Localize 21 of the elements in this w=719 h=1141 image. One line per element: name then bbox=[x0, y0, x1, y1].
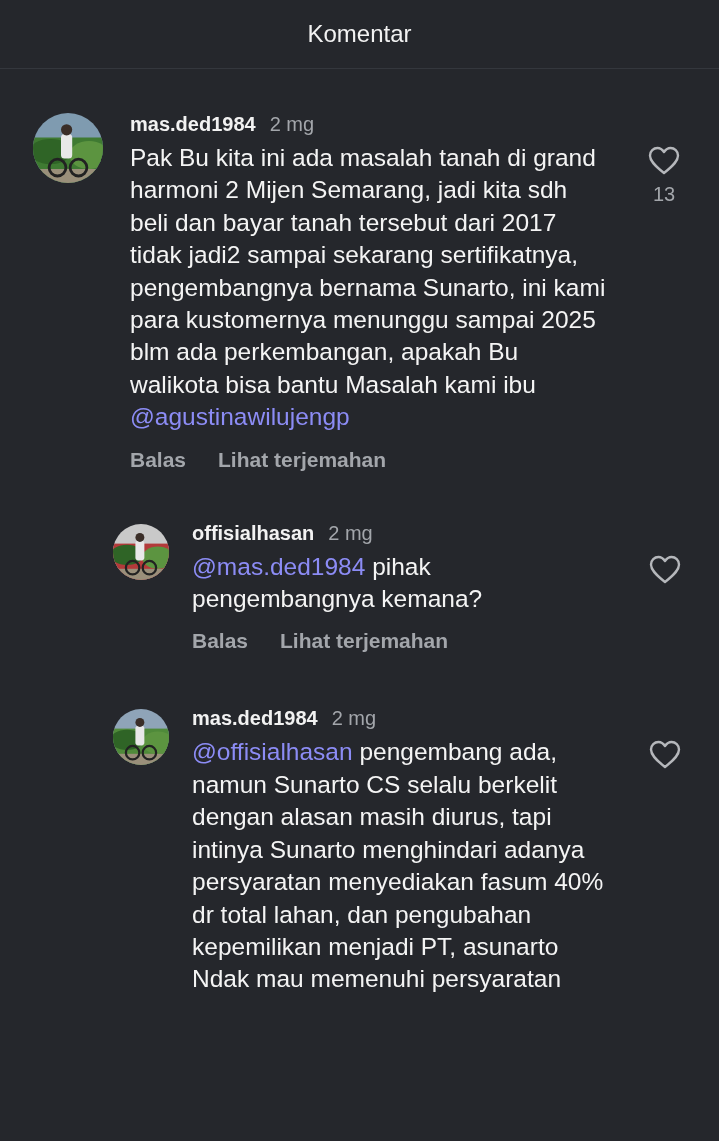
heart-icon[interactable] bbox=[648, 740, 681, 770]
comment-text: @mas.ded1984 pihak pengembangnya kemana? bbox=[192, 551, 484, 615]
username[interactable]: mas.ded1984 bbox=[130, 113, 256, 136]
username[interactable]: mas.ded1984 bbox=[192, 707, 318, 731]
like-count: 13 bbox=[652, 183, 676, 206]
reply-button[interactable]: Balas bbox=[130, 447, 187, 472]
reply-button[interactable]: Balas bbox=[192, 629, 249, 654]
timestamp: 2 mg bbox=[328, 521, 373, 545]
translate-button[interactable]: Lihat terjemahan bbox=[218, 447, 387, 472]
comment-text: @offisialhasan pengembang ada, namun Sunarto CS selalu berkelit dengan alasan masih diurus, tapi intinya Sunarto menghindari adanya persyaratan menyediakan fasum 40% dr total lahan, dan pengubahan kepemilikan menjadi PT, asunarto Ndak mau memenuhi persyaratan bbox=[192, 737, 605, 995]
timestamp: 2 mg bbox=[269, 113, 315, 136]
comment-text: Pak Bu kita ini ada masalah tanah di grand harmoni 2 Mijen Semarang, jadi kita sdh beli dan bayar tanah tersebut dari 2017 tidak jadi2 sampai sekarang sertifikatnya, pengembangnya bernama Sunarto, ini kami para kustomernya menunggu sampai 2025 blm ada perkembangan, apakah Bu walikota bisa bantu Masalah kami ibu @agustinawilujengp bbox=[130, 143, 607, 433]
mention-link[interactable]: @agustinawilujengp bbox=[130, 403, 350, 431]
translate-button[interactable]: Lihat terjemahan bbox=[280, 629, 449, 654]
username[interactable]: offisialhasan bbox=[192, 521, 315, 545]
mention-link[interactable]: @mas.ded1984 bbox=[192, 552, 366, 580]
heart-icon[interactable] bbox=[648, 146, 680, 175]
header-title: Komentar bbox=[307, 20, 412, 48]
mention-link[interactable]: @offisialhasan bbox=[192, 738, 353, 766]
timestamp: 2 mg bbox=[331, 707, 377, 731]
heart-icon[interactable] bbox=[648, 554, 681, 584]
